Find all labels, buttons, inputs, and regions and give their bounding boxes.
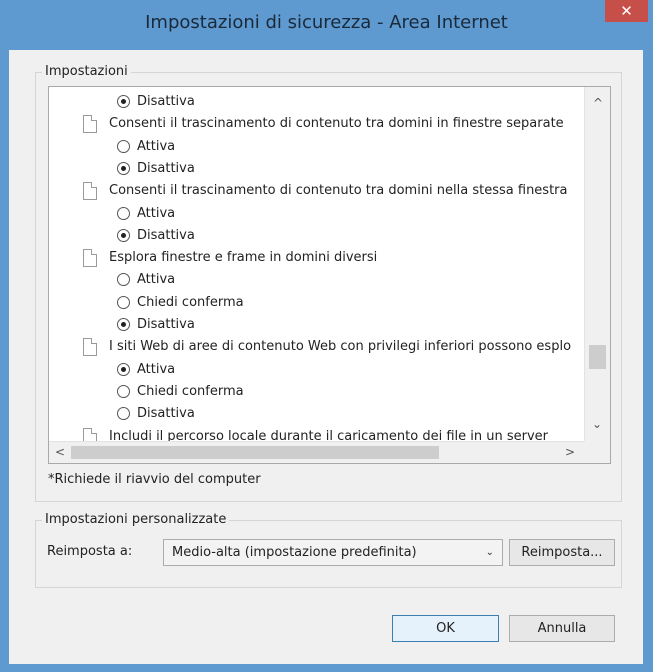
radio-unchecked-icon[interactable] (117, 139, 130, 153)
dialog-window: Impostazioni di sicurezza - Area Interne… (0, 0, 653, 672)
custom-settings-group-label: Impostazioni personalizzate (42, 512, 230, 527)
radio-option[interactable]: Disattiva (117, 403, 195, 425)
chevron-down-icon: ⌄ (485, 547, 494, 558)
document-icon (83, 115, 97, 134)
radio-label: Chiedi conferma (137, 383, 244, 399)
radio-label: Attiva (137, 138, 176, 154)
radio-label: Attiva (137, 272, 176, 288)
setting-item: Esplora finestre e frame in domini diver… (83, 247, 378, 269)
scrollbar-corner (584, 441, 610, 463)
title-bar: Impostazioni di sicurezza - Area Interne… (0, 0, 653, 50)
scroll-left-icon[interactable]: < (55, 445, 65, 459)
document-icon (83, 338, 97, 357)
horizontal-scrollbar[interactable]: < > (49, 441, 584, 463)
radio-checked-icon[interactable] (117, 161, 130, 175)
reset-to-label: Reimposta a: (47, 544, 133, 559)
radio-unchecked-icon[interactable] (117, 206, 130, 220)
radio-option[interactable]: Disattiva (117, 91, 195, 113)
setting-item: I siti Web di aree di contenuto Web con … (83, 336, 572, 358)
radio-label: Attiva (137, 361, 176, 377)
settings-list-content: Disattiva Consenti il trascinamento di co… (49, 87, 584, 442)
radio-option[interactable]: Chiedi conferma (117, 292, 244, 314)
cancel-button[interactable]: Annulla (509, 615, 615, 642)
radio-option[interactable]: Disattiva (117, 158, 195, 180)
radio-label: Disattiva (137, 317, 195, 332)
radio-label: Disattiva (137, 160, 195, 176)
setting-label: Consenti il trascinamento di contenuto t… (109, 116, 564, 132)
setting-label: Consenti il trascinamento di contenuto t… (109, 183, 568, 199)
vertical-scroll-thumb[interactable] (589, 345, 606, 369)
horizontal-scroll-thumb[interactable] (71, 446, 439, 459)
radio-label: Attiva (137, 205, 176, 221)
document-icon (83, 182, 97, 201)
close-icon: ✕ (620, 2, 633, 20)
radio-checked-icon[interactable] (117, 228, 130, 242)
radio-option[interactable]: Attiva (117, 269, 176, 291)
setting-item: Includi il percorso locale durante il ca… (83, 426, 549, 443)
restart-note: *Richiede il riavvio del computer (48, 472, 261, 487)
close-button[interactable]: ✕ (605, 0, 648, 22)
radio-option[interactable]: Disattiva (117, 225, 195, 247)
reset-level-dropdown[interactable]: Medio-alta (impostazione predefinita) ⌄ (163, 539, 503, 566)
ok-button[interactable]: OK (392, 615, 499, 642)
radio-label: Disattiva (137, 94, 195, 109)
setting-label: Includi il percorso locale durante il ca… (109, 428, 549, 443)
vertical-scrollbar[interactable]: ^ ⌄ (584, 87, 610, 442)
radio-unchecked-icon[interactable] (117, 384, 130, 398)
settings-listbox[interactable]: Disattiva Consenti il trascinamento di co… (48, 86, 611, 464)
radio-option[interactable]: Attiva (117, 136, 176, 158)
radio-checked-icon[interactable] (117, 362, 130, 376)
reset-level-value: Medio-alta (impostazione predefinita) (172, 545, 417, 560)
scroll-down-icon[interactable]: ⌄ (592, 417, 602, 431)
radio-label: Chiedi conferma (137, 294, 244, 310)
setting-label: Esplora finestre e frame in domini diver… (109, 250, 378, 266)
document-icon (83, 427, 97, 442)
radio-option[interactable]: Attiva (117, 203, 176, 225)
reset-button[interactable]: Reimposta... (509, 539, 615, 566)
setting-label: I siti Web di aree di contenuto Web con … (109, 339, 572, 355)
radio-unchecked-icon[interactable] (117, 407, 130, 421)
radio-checked-icon[interactable] (117, 318, 130, 331)
radio-unchecked-icon[interactable] (117, 273, 130, 287)
setting-item: Consenti il trascinamento di contenuto t… (83, 180, 568, 202)
window-title: Impostazioni di sicurezza - Area Interne… (145, 12, 508, 33)
scroll-up-icon[interactable]: ^ (593, 96, 603, 110)
document-icon (83, 249, 97, 268)
radio-option[interactable]: Chiedi conferma (117, 381, 244, 403)
scroll-right-icon[interactable]: > (565, 445, 575, 459)
radio-option[interactable]: Attiva (117, 359, 176, 381)
radio-checked-icon[interactable] (117, 95, 130, 108)
radio-label: Disattiva (137, 227, 195, 243)
radio-unchecked-icon[interactable] (117, 295, 130, 309)
radio-label: Disattiva (137, 406, 195, 422)
radio-option[interactable]: Disattiva (117, 314, 195, 336)
setting-item: Consenti il trascinamento di contenuto t… (83, 113, 564, 135)
settings-group-label: Impostazioni (42, 64, 131, 79)
